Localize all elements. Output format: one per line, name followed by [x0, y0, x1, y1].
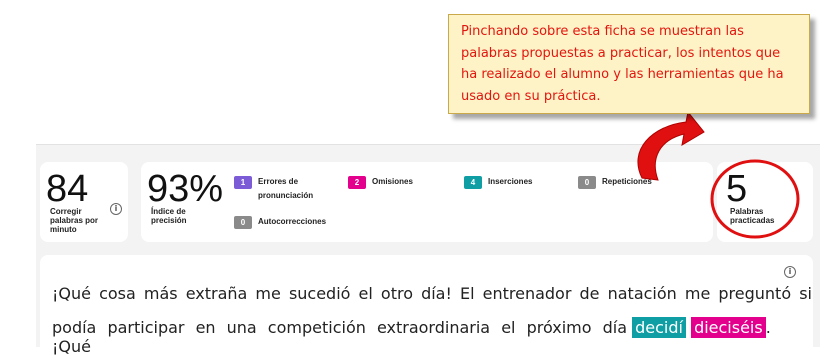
- passage-text: podía participar en una competición extr…: [52, 318, 628, 337]
- info-icon[interactable]: i: [784, 266, 796, 278]
- label-selfcorrections: Autocorrecciones: [258, 217, 327, 226]
- inserted-word[interactable]: decidí: [632, 317, 686, 338]
- callout-text: Pinchando sobre esta ficha se muestran l…: [461, 24, 784, 104]
- info-icon[interactable]: i: [110, 203, 122, 215]
- accuracy-value: 93%: [147, 168, 224, 210]
- wcpm-value: 84: [46, 168, 89, 210]
- badge-insertions: 4: [464, 176, 482, 189]
- wcpm-label: Corregir palabras por minuto: [50, 207, 99, 234]
- badge-pronunciation: 1: [234, 176, 252, 189]
- passage-line-2: podía participar en una competición extr…: [52, 317, 772, 356]
- passage-text: ¡Qué cosa más extraña me sucedió el otro…: [52, 284, 812, 303]
- practiced-words-card[interactable]: 5 Palabras practicadas: [717, 162, 813, 242]
- accuracy-label: Índice de precisión: [151, 207, 187, 225]
- badge-selfcorrections: 0: [234, 216, 252, 229]
- accuracy-card[interactable]: 93% Índice de precisión 1 Errores de pro…: [141, 162, 713, 242]
- label-pronunciation: Errores de pronunciación: [258, 177, 314, 200]
- label-repetitions: Repeticiones: [602, 177, 652, 186]
- label-insertions: Inserciones: [488, 177, 533, 186]
- badge-omissions: 2: [348, 176, 366, 189]
- passage-line-1: ¡Qué cosa más extraña me sucedió el otro…: [52, 284, 812, 303]
- annotation-callout: Pinchando sobre esta ficha se muestran l…: [448, 14, 810, 114]
- omitted-word[interactable]: dieciséis: [691, 317, 766, 338]
- practiced-label: Palabras practicadas: [730, 207, 775, 225]
- badge-repetitions: 0: [578, 176, 596, 189]
- practiced-value: 5: [726, 168, 748, 210]
- label-omissions: Omisiones: [372, 177, 413, 186]
- wcpm-card[interactable]: 84 Corregir palabras por minuto i: [40, 162, 128, 242]
